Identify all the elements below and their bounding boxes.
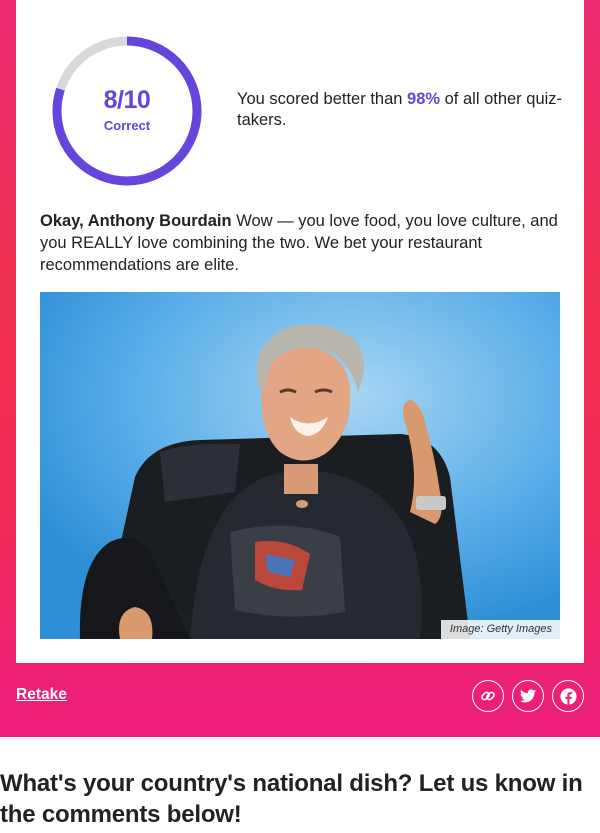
- score-display: 8/10 Correct: [47, 31, 207, 191]
- result-card: 8/10 Correct You scored better than 98% …: [16, 0, 584, 663]
- comments-prompt-heading: What's your country's national dish? Let…: [0, 770, 583, 828]
- comparison-percent: 98%: [407, 90, 441, 108]
- share-link-button[interactable]: [472, 680, 504, 712]
- result-photo-illustration: [40, 292, 560, 639]
- facebook-icon: [559, 687, 577, 705]
- share-facebook-button[interactable]: [552, 680, 584, 712]
- result-title: Okay, Anthony Bourdain: [40, 212, 232, 230]
- quiz-result-panel: 8/10 Correct You scored better than 98% …: [0, 0, 600, 737]
- result-description: Okay, Anthony Bourdain Wow — you love fo…: [40, 210, 560, 276]
- share-twitter-button[interactable]: [512, 680, 544, 712]
- comparison-prefix: You scored better than: [237, 90, 408, 108]
- retake-button[interactable]: Retake: [16, 686, 67, 704]
- image-credit: Image: Getty Images: [440, 620, 560, 639]
- result-photo: Image: Getty Images: [40, 292, 560, 639]
- score-comparison: You scored better than 98% of all other …: [237, 89, 567, 131]
- link-icon: [481, 691, 495, 701]
- twitter-icon: [520, 689, 536, 703]
- score-caption: Correct: [103, 118, 151, 133]
- score-value: 8/10: [103, 86, 151, 114]
